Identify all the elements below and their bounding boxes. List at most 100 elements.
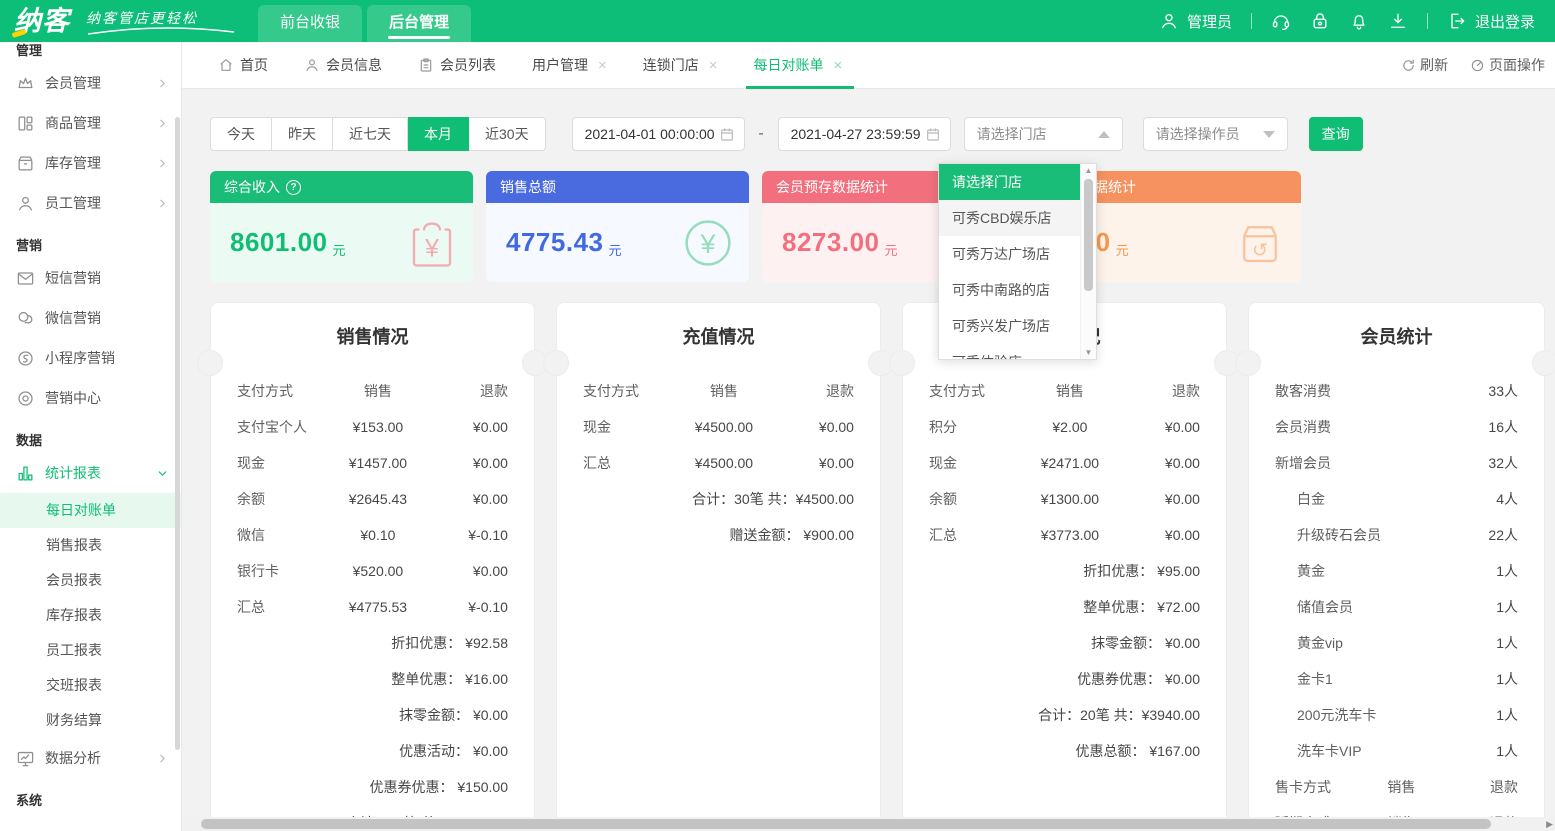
sidebar-subitem[interactable]: 交班报表 — [0, 668, 181, 703]
crown-icon — [16, 74, 35, 93]
sidebar-item-member-mgmt[interactable]: 会员管理 — [0, 63, 181, 103]
sidebar-item-stats-report[interactable]: 统计报表 — [0, 453, 181, 493]
sidebar-subitem[interactable]: 库存报表 — [0, 598, 181, 633]
mail-icon — [16, 269, 35, 288]
quick-today-button[interactable]: 今天 — [210, 117, 272, 151]
date-from-input[interactable]: 2021-04-01 00:00:00 — [572, 117, 745, 151]
panel-title: 会员统计 — [1275, 323, 1518, 351]
store-select[interactable]: 请选择门店 — [964, 117, 1123, 151]
strip-actions: 刷新 页面操作 — [1401, 55, 1545, 75]
summary-row: 优惠券优惠： ¥0.00 — [929, 661, 1200, 697]
sidebar-item-sms-marketing[interactable]: 短信营销 — [0, 258, 181, 298]
close-icon[interactable]: × — [709, 57, 718, 74]
tab-chain-store[interactable]: 连锁门店 × — [643, 42, 718, 88]
hscroll-thumb[interactable] — [201, 819, 1491, 829]
sidebar-item-data-analysis[interactable]: 数据分析 — [0, 738, 181, 778]
quick-7days-button[interactable]: 近七天 — [333, 117, 408, 151]
main-area: 首页 会员信息 会员列表 用户管理 × 连锁门店 × 每日对账单 × — [182, 42, 1555, 831]
chevron-right-icon — [156, 752, 169, 765]
page-ops-button[interactable]: 页面操作 — [1470, 55, 1545, 75]
scroll-down-icon[interactable]: ▼ — [1081, 348, 1096, 357]
panel-notch — [197, 350, 223, 376]
store-option[interactable]: 可秀体验店 — [939, 344, 1080, 360]
app-window: 纳客 纳客管店更轻松 前台收银 后台管理 管理员 退出登录 — [0, 0, 1555, 831]
front-cashier-tab[interactable]: 前台收银 — [258, 5, 362, 42]
tab-user-mgmt[interactable]: 用户管理 × — [532, 42, 607, 88]
table-row: 支付宝个人 ¥153.00 ¥0.00 — [237, 409, 508, 445]
sidebar-item-marketing-center[interactable]: 营销中心 — [0, 378, 181, 418]
chevron-right-icon — [156, 117, 169, 130]
summary-row: 折扣优惠： ¥92.58 — [237, 625, 508, 661]
store-option[interactable]: 请选择门店 — [939, 164, 1080, 200]
headset-icon[interactable] — [1271, 11, 1291, 31]
help-icon[interactable]: ? — [286, 180, 301, 195]
lock-icon[interactable] — [1310, 11, 1330, 31]
sidebar-subitem[interactable]: 每日对账单 — [0, 493, 181, 528]
member-stat-row: 白金 4人 — [1275, 481, 1518, 517]
scroll-up-icon[interactable]: ▲ — [1081, 166, 1096, 175]
member-stat-row: 黄金vip 1人 — [1275, 625, 1518, 661]
tab-member-list[interactable]: 会员列表 — [418, 42, 496, 88]
close-icon[interactable]: × — [834, 57, 843, 74]
member-stat-row: 黄金 1人 — [1275, 553, 1518, 589]
tab-home[interactable]: 首页 — [218, 42, 268, 88]
close-icon[interactable]: × — [598, 57, 607, 74]
tab-daily-report[interactable]: 每日对账单 × — [754, 42, 843, 88]
store-option[interactable]: 可秀CBD娱乐店 — [939, 200, 1080, 236]
table-row: 余额 ¥2645.43 ¥0.00 — [237, 481, 508, 517]
card-unit: 元 — [884, 240, 897, 259]
refresh-button[interactable]: 刷新 — [1401, 55, 1448, 75]
mode-switch: 前台收银 后台管理 — [258, 5, 471, 42]
sidebar-subitem[interactable]: 员工报表 — [0, 633, 181, 668]
bell-icon[interactable] — [1349, 11, 1369, 31]
panel-member-stats: 会员统计 散客消费 33人 会员消费 16人 新增会员 32人 白金 4人 升级… — [1248, 302, 1545, 831]
card-title: 销售总额 — [500, 177, 556, 197]
gauge-icon — [1470, 58, 1485, 73]
store-option[interactable]: 可秀中南路的店 — [939, 272, 1080, 308]
sidebar-item-stock-mgmt[interactable]: 库存管理 — [0, 143, 181, 183]
card-value: 4775.43 — [506, 227, 603, 258]
brand-logo: 纳客 — [14, 0, 70, 42]
sidebar-item-wechat-marketing[interactable]: 微信营销 — [0, 298, 181, 338]
horizontal-scrollbar[interactable]: ▶ — [182, 817, 1555, 831]
tab-member-info[interactable]: 会员信息 — [304, 42, 382, 88]
card-total-income: 综合收入 ? 8601.00 元 ¥ — [210, 171, 473, 282]
sidebar-scrollbar[interactable] — [175, 117, 180, 750]
summary-row: 整单优惠： ¥16.00 — [237, 661, 508, 697]
card-sales-total: 销售总额 4775.43 元 ¥ — [486, 171, 749, 282]
summary-row: 优惠券优惠： ¥150.00 — [237, 769, 508, 805]
circle-yen-icon: ¥ — [681, 216, 735, 270]
sidebar-item-staff-mgmt[interactable]: 员工管理 — [0, 183, 181, 223]
sidebar-item-goods-mgmt[interactable]: 商品管理 — [0, 103, 181, 143]
backoffice-tab[interactable]: 后台管理 — [367, 5, 471, 42]
panel-title: 销售情况 — [237, 323, 508, 351]
operator-select[interactable]: 请选择操作员 — [1143, 117, 1288, 151]
quick-yesterday-button[interactable]: 昨天 — [272, 117, 333, 151]
sidebar-item-miniprogram-marketing[interactable]: 小程序营销 — [0, 338, 181, 378]
sidebar-subitem[interactable]: 销售报表 — [0, 528, 181, 563]
target-icon — [16, 389, 35, 408]
table-row: 现金 ¥2471.00 ¥0.00 — [929, 445, 1200, 481]
table-header-row: 支付方式 销售 退款 — [583, 373, 854, 409]
store-option[interactable]: 可秀兴发广场店 — [939, 308, 1080, 344]
current-user[interactable]: 管理员 — [1159, 11, 1232, 32]
sidebar-subitem[interactable]: 财务结算 — [0, 703, 181, 738]
home-icon — [218, 57, 234, 73]
panel-card-open: 开卡情况 支付方式 销售 退款 积分 ¥2.00 ¥0.00 现金 ¥2471.… — [902, 302, 1227, 831]
date-to-input[interactable]: 2021-04-27 23:59:59 — [778, 117, 951, 151]
logout-label: 退出登录 — [1475, 11, 1535, 32]
quick-30days-button[interactable]: 近30天 — [469, 117, 546, 151]
dropdown-scroll-thumb[interactable] — [1084, 179, 1093, 291]
chevron-right-icon — [156, 157, 169, 170]
clipboard-yen-icon: ¥ — [405, 216, 459, 270]
search-button[interactable]: 查询 — [1309, 117, 1363, 151]
card-sale-header-row: 售卡方式 销售 退款 — [1275, 769, 1518, 805]
store-option[interactable]: 可秀万达广场店 — [939, 236, 1080, 272]
logout-button[interactable]: 退出登录 — [1447, 11, 1535, 32]
download-icon[interactable] — [1388, 11, 1408, 31]
member-stat-row: 储值会员 1人 — [1275, 589, 1518, 625]
dropdown-scrollbar[interactable]: ▲ ▼ — [1080, 164, 1096, 359]
quick-this-month-button[interactable]: 本月 — [408, 117, 469, 151]
hscroll-right-arrow[interactable]: ▶ — [1546, 817, 1553, 831]
sidebar-subitem[interactable]: 会员报表 — [0, 563, 181, 598]
